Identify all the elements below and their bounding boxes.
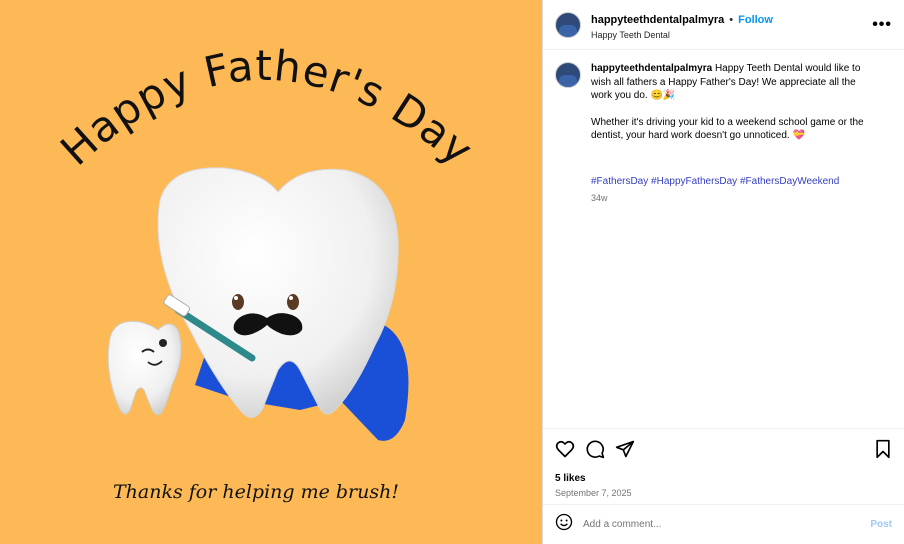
action-bar: 5 likes September 7, 2025 xyxy=(543,428,904,504)
right-eye xyxy=(287,294,299,310)
caption-text-2: Whether it's driving your kid to a weeke… xyxy=(591,116,864,142)
headline-arc: Happy Father's Day xyxy=(51,41,483,175)
header-subtitle[interactable]: Happy Teeth Dental xyxy=(591,30,872,40)
tagline: Thanks for helping me brush! xyxy=(113,481,399,503)
caption-paragraph-2: Whether it's driving your kid to a weeke… xyxy=(591,116,876,143)
comment-icon[interactable] xyxy=(585,439,605,459)
post-artwork: Happy Father's Day Thanks for helping me… xyxy=(51,41,483,503)
emoji-icon[interactable] xyxy=(555,513,573,536)
heart-icon[interactable] xyxy=(555,439,575,459)
post-date: September 7, 2025 xyxy=(555,488,632,498)
post-header: happyteethdentalpalmyra • Follow Happy Tee… xyxy=(543,0,904,50)
caption: happyteethdentalpalmyra Happy Teeth Dent… xyxy=(543,50,904,428)
post-panel: happyteethdentalpalmyra • Follow Happy Tee… xyxy=(542,0,904,544)
separator: • xyxy=(729,13,734,26)
likes-count[interactable]: 5 likes xyxy=(555,473,892,484)
hashtags: #FathersDay #HappyFathersDay #FathersDay… xyxy=(591,175,876,189)
more-options-icon[interactable]: ••• xyxy=(872,16,892,34)
hashtag[interactable]: #HappyFathersDay xyxy=(651,176,737,187)
share-icon[interactable] xyxy=(615,439,635,459)
comment-bar: Post xyxy=(543,504,904,544)
caption-paragraph-1: happyteethdentalpalmyra Happy Teeth Dent… xyxy=(591,62,876,103)
post-button[interactable]: Post xyxy=(870,519,892,530)
post-image[interactable]: Happy Father's Day Thanks for helping me… xyxy=(0,0,542,544)
bookmark-icon[interactable] xyxy=(874,439,892,459)
caption-username[interactable]: happyteethdentalpalmyra xyxy=(591,63,712,74)
small-tooth xyxy=(107,320,182,416)
hashtag[interactable]: #FathersDay xyxy=(591,176,648,187)
caption-avatar[interactable] xyxy=(555,62,581,88)
comment-input[interactable] xyxy=(581,518,871,531)
follow-button[interactable]: Follow xyxy=(738,14,773,26)
header-username[interactable]: happyteethdentalpalmyra xyxy=(591,14,724,26)
left-eye xyxy=(232,294,244,310)
hashtag[interactable]: #FathersDayWeekend xyxy=(740,176,839,187)
post-age[interactable]: 34w xyxy=(591,192,876,206)
avatar[interactable] xyxy=(555,11,581,38)
instagram-post: Happy Father's Day Thanks for helping me… xyxy=(0,0,904,544)
